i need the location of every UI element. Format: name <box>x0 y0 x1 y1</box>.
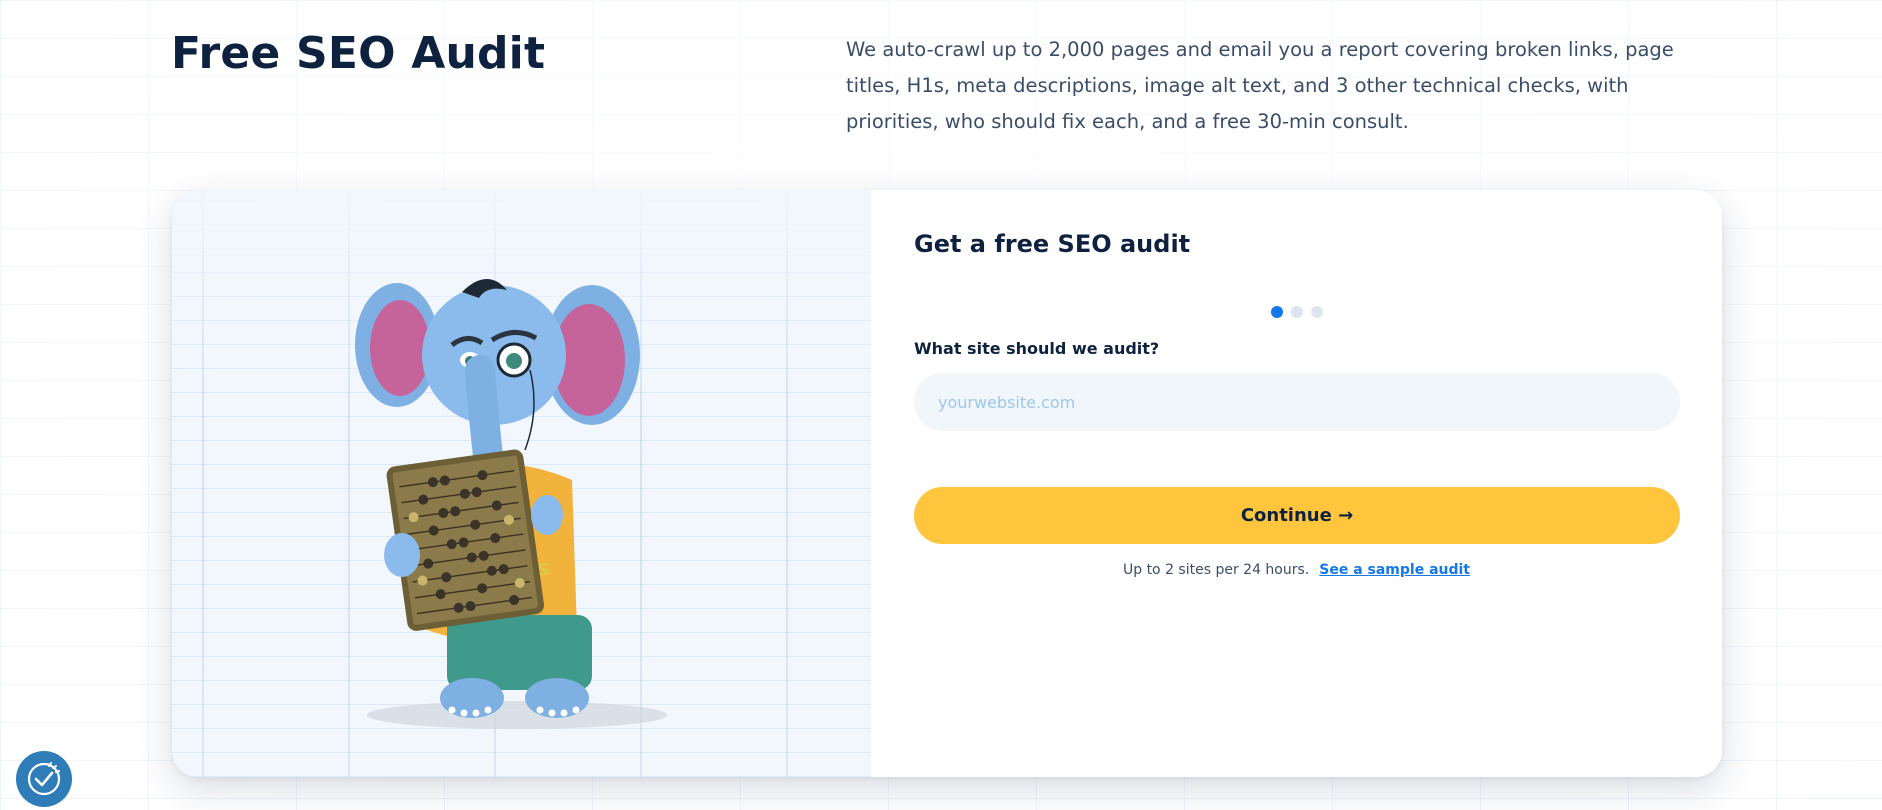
limit-note-text: Up to 2 sites per 24 hours. <box>1122 562 1310 578</box>
site-field-label: What site should we audit? <box>914 339 1160 358</box>
continue-button[interactable]: Continue → <box>914 487 1680 544</box>
intro-text: We auto-crawl up to 2,000 pages and emai… <box>846 38 1674 133</box>
step-indicator <box>871 306 1722 318</box>
page-title: Free SEO Audit <box>171 28 546 79</box>
sample-audit-link[interactable]: See a sample audit <box>1319 562 1470 578</box>
audit-card: s Get a free SEO audit What site should … <box>172 190 1722 777</box>
checkmark-badge-button[interactable] <box>16 751 72 807</box>
site-url-input[interactable] <box>914 373 1680 431</box>
elephant-mascot-icon: s <box>355 278 667 729</box>
form-title: Get a free SEO audit <box>914 230 1191 258</box>
step-dot-3 <box>1310 306 1323 318</box>
illustration-panel: s <box>172 190 871 777</box>
audit-form: Get a free SEO audit What site should we… <box>871 190 1722 777</box>
step-dot-1 <box>1270 306 1283 318</box>
checkmark-badge-icon <box>27 762 61 796</box>
limit-note: Up to 2 sites per 24 hours. See a sample … <box>871 562 1722 578</box>
step-dot-2 <box>1290 306 1303 318</box>
